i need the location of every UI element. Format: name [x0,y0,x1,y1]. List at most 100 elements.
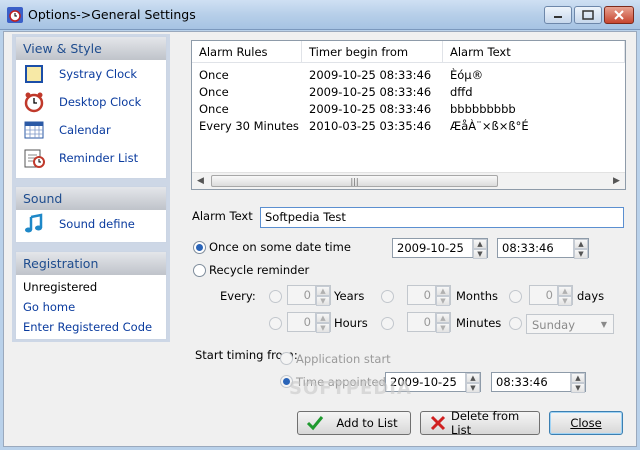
add-to-list-button[interactable]: Add to List [297,411,411,435]
months-radio[interactable] [381,290,394,303]
title-bar: Options->General Settings [0,0,640,30]
once-radio[interactable] [193,241,206,254]
once-time-spinner[interactable]: ▲ ▼ [573,239,588,259]
column-header-alarm-rules[interactable]: Alarm Rules [192,41,302,62]
sidebar-item-label: Desktop Clock [59,95,142,109]
cell-text: bbbbbbbbb [450,102,516,116]
hours-radio[interactable] [269,317,282,330]
scroll-left-icon[interactable]: ◀ [192,173,209,189]
spin-up-icon[interactable]: ▲ [436,286,450,296]
sidebar-item-reminder-list[interactable]: Reminder List [16,144,166,172]
spin-down-icon[interactable]: ▼ [473,249,487,259]
table-row[interactable]: Once 2009-10-25 08:33:46 bbbbbbbbb [192,101,625,118]
go-home-link[interactable]: Go home [16,297,166,317]
spin-down-icon[interactable]: ▼ [436,296,450,306]
sidebar-item-calendar[interactable]: Calendar [16,116,166,144]
sidebar-item-label: Calendar [59,123,111,137]
alarm-list[interactable]: Alarm Rules Timer begin from Alarm Text … [191,40,626,190]
column-header-timer-begin[interactable]: Timer begin from [302,41,443,62]
minutes-spinner[interactable]: ▲ ▼ [435,313,450,333]
table-row[interactable]: Every 30 Minutes 2010-03-25 03:35:46 ÆåÀ… [192,118,625,135]
appointed-time-spinner[interactable]: ▲ ▼ [570,373,585,393]
spin-down-icon[interactable]: ▼ [436,323,450,333]
spin-down-icon[interactable]: ▼ [574,249,588,259]
cell-time: 2009-10-25 08:33:46 [309,102,432,116]
sidebar-item-sound-define[interactable]: Sound define [16,210,166,238]
spin-down-icon[interactable]: ▼ [558,296,572,306]
chevron-down-icon: ▼ [600,319,608,329]
spin-down-icon[interactable]: ▼ [316,296,330,306]
days-spinner[interactable]: ▲ ▼ [557,286,572,306]
spin-down-icon[interactable]: ▼ [571,383,585,393]
enter-registered-code-link[interactable]: Enter Registered Code [16,317,166,337]
minimize-button[interactable] [544,6,572,24]
spin-up-icon[interactable]: ▲ [574,239,588,249]
spin-up-icon[interactable]: ▲ [571,373,585,383]
spin-up-icon[interactable]: ▲ [436,313,450,323]
spin-down-icon[interactable]: ▼ [466,383,480,393]
table-row[interactable]: Once 2009-10-25 08:33:46 Èóµ® [192,67,625,84]
cell-time: 2009-10-25 08:33:46 [309,85,432,99]
list-header: Alarm Rules Timer begin from Alarm Text [192,41,625,63]
spin-up-icon[interactable]: ▲ [473,239,487,249]
registration-header: Registration [16,252,166,275]
recycle-radio[interactable] [193,264,206,277]
minutes-radio[interactable] [381,317,394,330]
app-clock-icon [7,7,23,23]
once-time-value: 08:33:46 [502,241,554,255]
delete-from-list-label: Delete from List [451,409,520,437]
watermark: SOFTPEDIA [289,378,412,399]
sidebar-item-systray-clock[interactable]: Systray Clock [16,60,166,88]
spin-up-icon[interactable]: ▲ [558,286,572,296]
registration-group: Registration Unregistered Go home Enter … [15,251,167,340]
horizontal-scrollbar[interactable]: ◀ ||| ▶ [192,172,625,189]
once-date-spinner[interactable]: ▲ ▼ [472,239,487,259]
years-label: Years [334,289,365,303]
sidebar-item-label: Systray Clock [59,67,138,81]
dialog-body: View & Style Systray Clock Desktop Clock… [3,31,637,447]
every-label: Every: [220,289,256,303]
spin-up-icon[interactable]: ▲ [466,373,480,383]
sidebar: View & Style Systray Clock Desktop Clock… [12,34,170,342]
sidebar-item-label: Sound define [59,217,135,231]
cell-text: Èóµ® [450,68,484,82]
spin-up-icon[interactable]: ▲ [316,286,330,296]
column-header-alarm-text[interactable]: Alarm Text [443,41,625,62]
systray-clock-icon [23,63,45,85]
once-date-value: 2009-10-25 [397,241,464,255]
close-label: Close [570,416,602,430]
delete-x-icon [430,415,446,431]
maximize-button[interactable] [574,6,602,24]
sidebar-item-desktop-clock[interactable]: Desktop Clock [16,88,166,116]
view-style-group: View & Style Systray Clock Desktop Clock… [15,36,167,179]
years-spinner[interactable]: ▲ ▼ [315,286,330,306]
alarm-text-label: Alarm Text [192,209,253,223]
close-icon [614,10,624,20]
scroll-thumb[interactable]: ||| [211,175,498,187]
alarm-text-input[interactable]: Softpedia Test [260,207,624,228]
appointed-date-spinner[interactable]: ▲ ▼ [465,373,480,393]
years-radio[interactable] [269,290,282,303]
cell-time: 2010-03-25 03:35:46 [309,119,432,133]
close-button[interactable]: Close [549,411,623,435]
spin-down-icon[interactable]: ▼ [316,323,330,333]
sound-group: Sound Sound define [15,186,167,243]
weekday-radio[interactable] [509,317,522,330]
once-label: Once on some date time [209,240,351,254]
minimize-icon [554,16,562,18]
reminder-list-icon [23,147,45,169]
weekday-value: Sunday [532,318,576,332]
months-spinner[interactable]: ▲ ▼ [435,286,450,306]
sidebar-item-label: Reminder List [59,151,139,165]
days-radio[interactable] [509,290,522,303]
application-start-radio[interactable] [280,352,293,365]
table-row[interactable]: Once 2009-10-25 08:33:46 dffd [192,84,625,101]
weekday-select[interactable]: Sunday ▼ [526,314,614,334]
scroll-right-icon[interactable]: ▶ [608,173,625,189]
spin-up-icon[interactable]: ▲ [316,313,330,323]
hours-spinner[interactable]: ▲ ▼ [315,313,330,333]
calendar-icon [23,119,45,141]
delete-from-list-button[interactable]: Delete from List [420,409,540,437]
sound-header: Sound [16,187,166,210]
close-window-button[interactable] [604,6,634,24]
